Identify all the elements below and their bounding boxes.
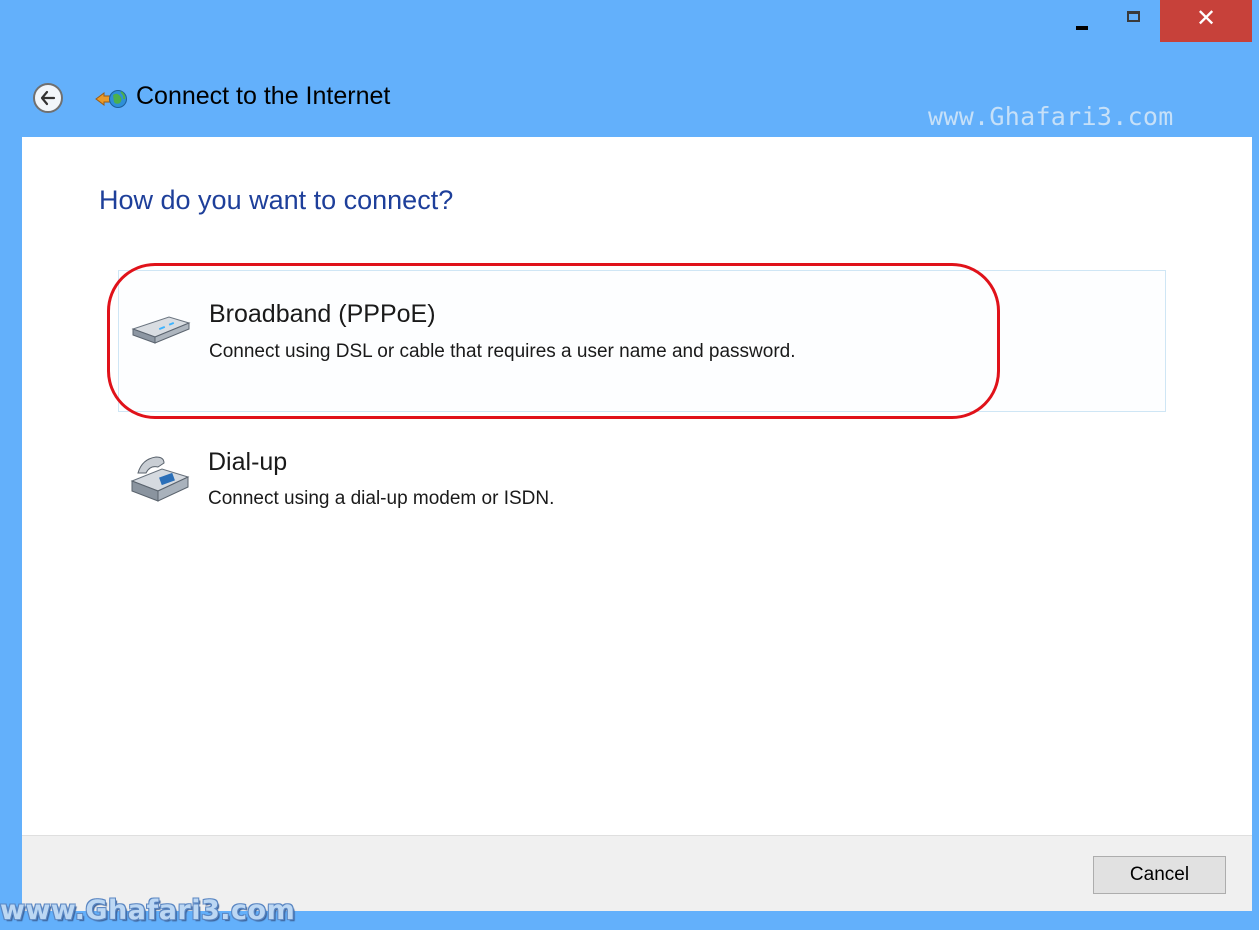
back-button[interactable] xyxy=(33,83,63,113)
close-button[interactable]: ✕ xyxy=(1160,0,1252,42)
window-title: Connect to the Internet xyxy=(136,82,391,110)
maximize-icon xyxy=(1127,11,1140,22)
option-title: Dial-up xyxy=(208,448,288,476)
content-pane: How do you want to connect? Broadband (P… xyxy=(22,137,1252,835)
back-arrow-icon xyxy=(40,90,56,106)
page-heading: How do you want to connect? xyxy=(99,185,454,215)
option-dialup[interactable]: Dial-up Connect using a dial-up modem or… xyxy=(118,425,1166,535)
watermark-top: www.Ghafari3.com xyxy=(928,102,1174,131)
maximize-button[interactable] xyxy=(1110,0,1156,42)
cancel-button[interactable]: Cancel xyxy=(1093,856,1226,894)
option-broadband[interactable]: Broadband (PPPoE) Connect using DSL or c… xyxy=(118,270,1166,412)
broadband-modem-icon xyxy=(129,309,193,353)
option-description: Connect using a dial-up modem or ISDN. xyxy=(208,488,555,509)
close-icon: ✕ xyxy=(1195,4,1217,32)
network-globe-icon xyxy=(94,86,128,116)
option-description: Connect using DSL or cable that requires… xyxy=(209,341,796,362)
option-title: Broadband (PPPoE) xyxy=(209,300,436,328)
watermark-bottom: www.Ghafari3.com xyxy=(0,895,296,926)
minimize-button[interactable] xyxy=(1060,0,1106,42)
dialup-phone-icon xyxy=(128,451,192,509)
connect-window: ✕ Connect to the Internet www.Ghafari3.c… xyxy=(0,0,1259,930)
minimize-icon xyxy=(1076,26,1088,30)
